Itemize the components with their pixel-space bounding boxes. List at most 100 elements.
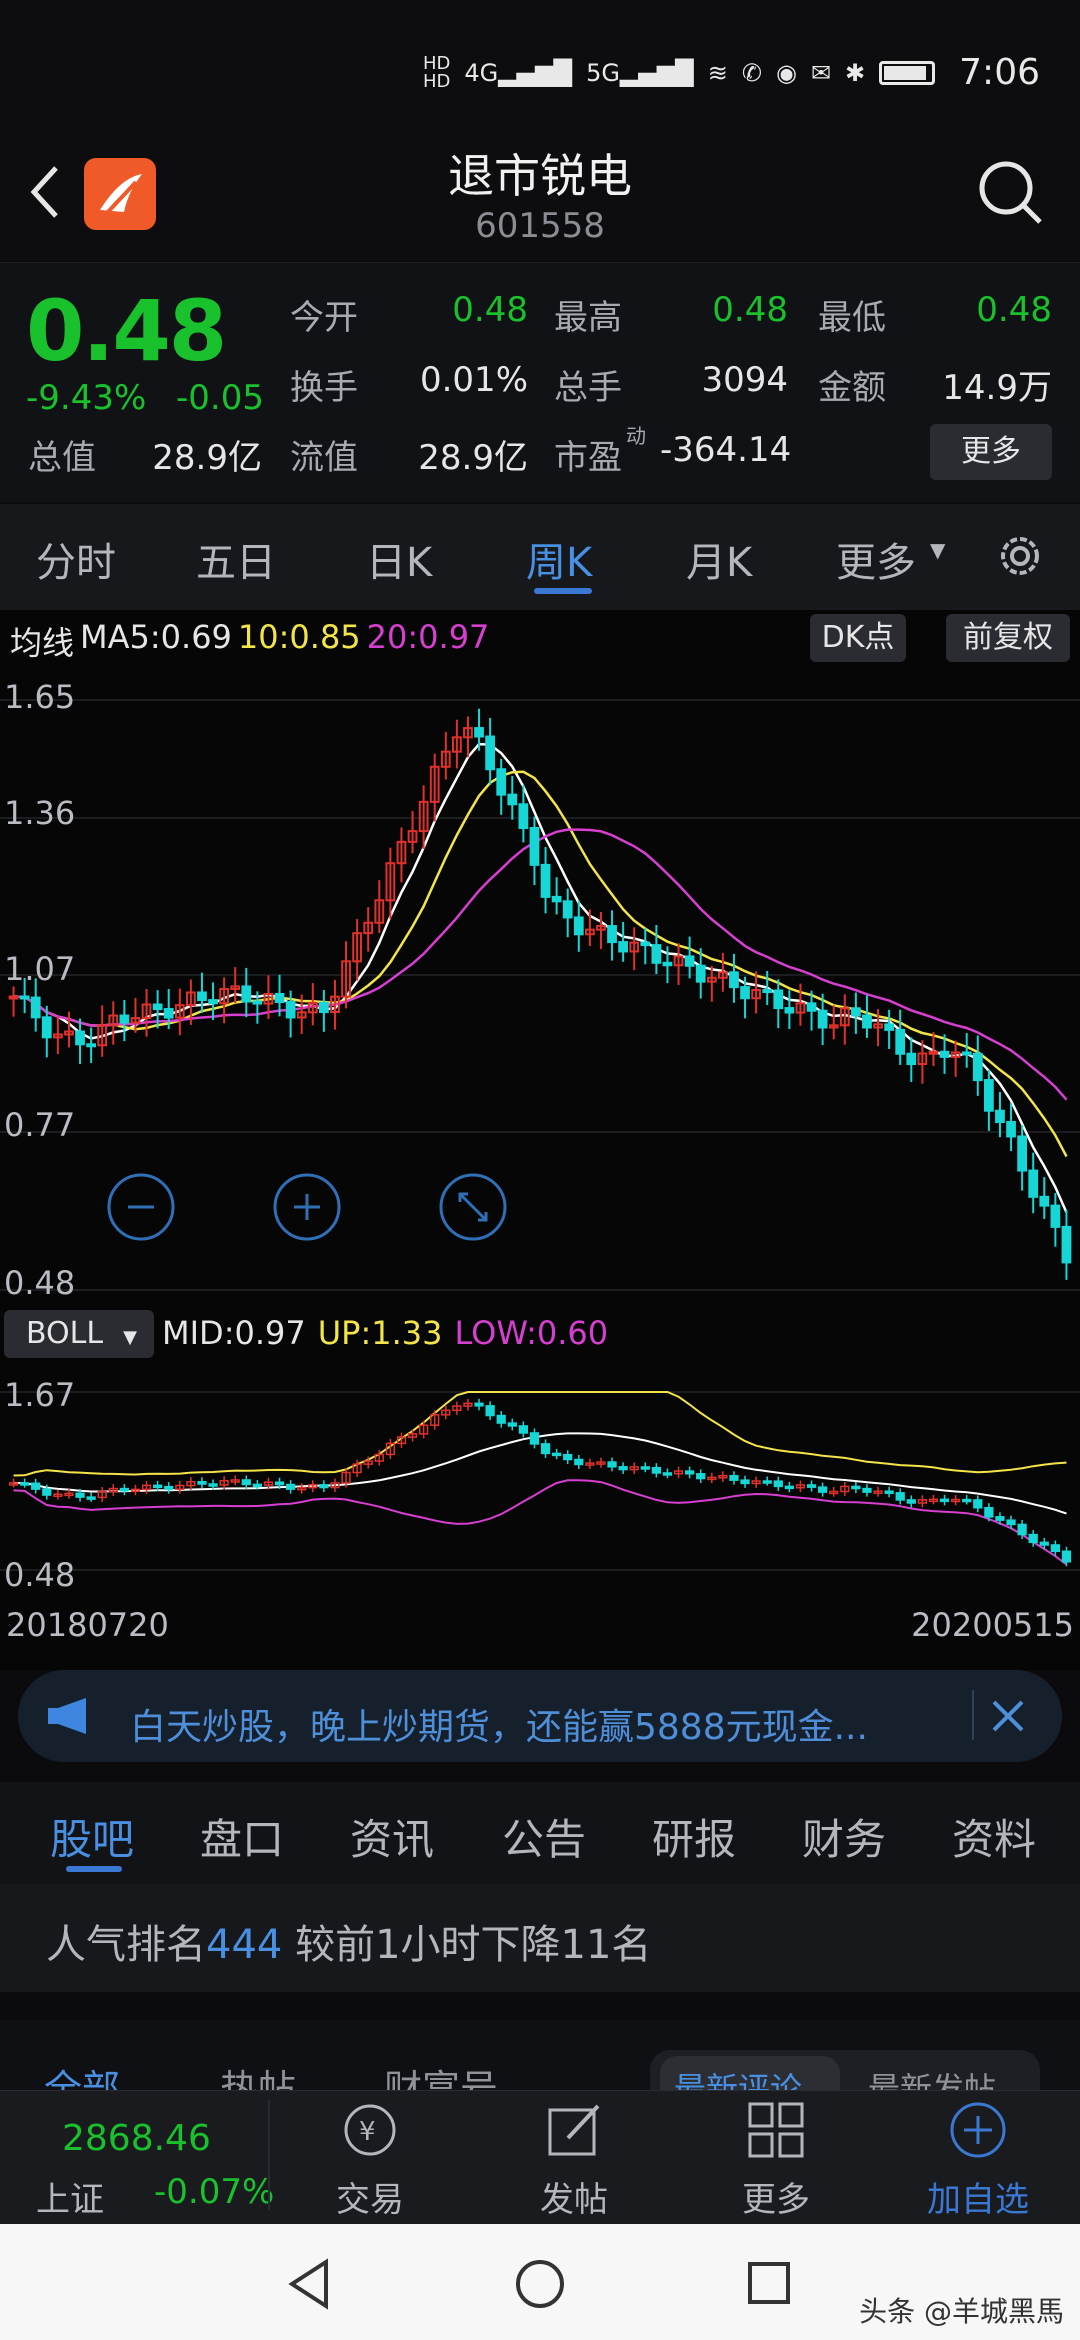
zoom-in-icon[interactable]: [272, 1172, 342, 1242]
candle-body: [740, 986, 750, 1000]
volume-value: 3094: [701, 360, 788, 400]
tab-forum[interactable]: 股吧: [50, 1806, 134, 1867]
boll-candle-body: [31, 1482, 41, 1490]
chevron-down-icon: ▼: [930, 538, 946, 562]
boll-candle-body: [19, 1482, 30, 1486]
wifi-icon: ≋: [707, 58, 728, 87]
banner-divider: [972, 1690, 974, 1740]
candle-body: [163, 1008, 174, 1019]
tab-finance[interactable]: 财务: [802, 1806, 886, 1867]
amount-label: 金额: [818, 368, 886, 408]
signal-5g-icon: 5G▂▄▆█: [586, 58, 694, 87]
last-price: 0.48: [26, 282, 227, 380]
indicator-selector[interactable]: BOLL ▼: [4, 1310, 154, 1358]
candle-body: [529, 826, 540, 866]
boll-candle-body: [817, 1486, 828, 1493]
candle-body: [119, 1014, 130, 1024]
boll-candle-body: [241, 1479, 251, 1486]
clock: 7:06: [959, 52, 1040, 93]
home-nav-icon[interactable]: [512, 2256, 568, 2312]
candle-body: [285, 1001, 296, 1019]
candle-body: [972, 1052, 983, 1082]
tab-news[interactable]: 资讯: [350, 1806, 434, 1867]
candle-body: [607, 925, 617, 944]
boll-candle-body: [86, 1496, 96, 1500]
boll-candle-body: [319, 1484, 329, 1489]
boll-candle-body: [75, 1492, 85, 1498]
tab-profile[interactable]: 资料: [952, 1806, 1036, 1867]
back-nav-icon[interactable]: [284, 2256, 334, 2312]
tab-monthly-k[interactable]: 月K: [686, 530, 752, 588]
tab-daily-k[interactable]: 日K: [366, 530, 432, 588]
gear-icon[interactable]: [990, 526, 1050, 586]
adjust-button[interactable]: 前复权: [946, 614, 1070, 662]
app-screen: { "status_bar": {"time": "7:06", "networ…: [0, 0, 1080, 2340]
candle-body: [274, 992, 285, 1004]
subtab-hot[interactable]: 热帖: [220, 2058, 296, 2090]
candle-body: [86, 1043, 97, 1048]
bottom-post[interactable]: 发帖: [514, 2172, 634, 2221]
tab-orderbook[interactable]: 盘口: [200, 1806, 284, 1867]
subtab-wealth[interactable]: 财富号: [384, 2058, 498, 2090]
watermark: 头条 @羊城黑馬: [859, 2295, 1064, 2328]
boll-candle-body: [574, 1458, 584, 1466]
boll-candle-body: [851, 1485, 861, 1490]
index-value[interactable]: 2868.46: [62, 2118, 211, 2159]
bottom-add-watchlist[interactable]: 加自选: [918, 2172, 1038, 2221]
boll-candle-body: [906, 1499, 916, 1504]
high-label: 最高: [554, 298, 622, 338]
tab-weekly-k[interactable]: 周K: [526, 530, 592, 588]
candle-body: [806, 1002, 817, 1012]
tab-intraday[interactable]: 分时: [36, 530, 116, 588]
open-value: 0.48: [452, 290, 528, 330]
boll-candle-body: [42, 1488, 52, 1496]
sort-latest-post[interactable]: 最新发帖: [868, 2064, 996, 2090]
dk-point-button[interactable]: DK点: [810, 614, 906, 662]
pe-label: 市盈: [554, 438, 622, 478]
boll-candle-body: [1061, 1550, 1072, 1563]
rank-prefix: 人气排名: [46, 1922, 206, 1968]
boll-candle-body: [618, 1466, 628, 1471]
boll-candle-body: [640, 1466, 650, 1470]
candle-body: [518, 803, 529, 829]
subtab-all[interactable]: 全部: [44, 2058, 120, 2090]
boll-chart[interactable]: 1.67 0.48: [0, 1366, 1080, 1596]
low-value: 0.48: [976, 290, 1052, 330]
tab-research[interactable]: 研报: [652, 1806, 736, 1867]
edit-icon: [544, 2100, 604, 2160]
sort-latest-comment[interactable]: 最新评论: [674, 2064, 802, 2090]
candle-body: [75, 1030, 85, 1046]
open-label: 今开: [290, 298, 358, 338]
boll-candle-body: [806, 1484, 817, 1488]
tab-announcements[interactable]: 公告: [502, 1806, 586, 1867]
banner-text: 白天炒股，晚上炒期货，还能赢5888元现金...: [130, 1707, 868, 1748]
bottom-trade[interactable]: 交易: [310, 2172, 430, 2221]
bluetooth-icon: ✱: [845, 58, 866, 87]
tab-more[interactable]: 更多: [836, 530, 916, 588]
fullscreen-icon[interactable]: [438, 1172, 508, 1242]
quote-more-button[interactable]: 更多: [930, 424, 1052, 480]
candle-body: [729, 971, 739, 989]
wechat-icon: ✉: [810, 58, 832, 87]
close-icon[interactable]: [988, 1696, 1028, 1736]
boll-candle-body: [1039, 1541, 1049, 1546]
total-mv: 28.9亿: [152, 438, 262, 478]
boll-candle-body: [729, 1475, 739, 1481]
boll-mid: MID:0.97: [162, 1314, 306, 1352]
zoom-out-icon[interactable]: [106, 1172, 176, 1242]
candle-body: [1006, 1120, 1016, 1138]
candle-body: [651, 944, 662, 964]
battery-icon: [879, 60, 936, 85]
tab-five-day[interactable]: 五日: [196, 530, 276, 588]
boll-candle-body: [507, 1422, 517, 1427]
boll-legend: MID:0.97 UP:1.33 LOW:0.60: [162, 1314, 608, 1352]
bottom-more[interactable]: 更多: [716, 2172, 836, 2221]
search-icon[interactable]: [974, 156, 1046, 228]
recents-nav-icon[interactable]: [744, 2258, 794, 2308]
boll-candle-body: [208, 1483, 218, 1487]
candle-body: [252, 1000, 263, 1005]
candle-body: [485, 735, 496, 771]
bottom-divider: [268, 2100, 270, 2210]
boll-candle-body: [485, 1405, 495, 1417]
boll-candle-body: [551, 1452, 562, 1457]
